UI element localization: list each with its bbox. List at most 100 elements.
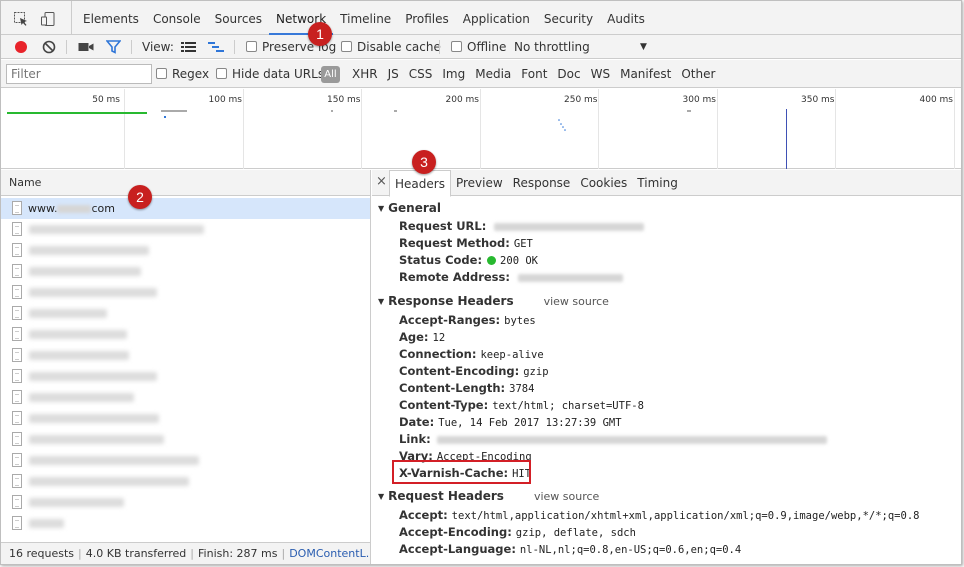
response-headers-title: Response Headers	[388, 294, 514, 308]
overview-gridline	[479, 89, 481, 169]
document-icon	[12, 432, 22, 446]
request-method-value: GET	[513, 238, 533, 250]
table-row[interactable]	[1, 513, 370, 534]
filter-type-xhr[interactable]: XHR	[347, 60, 383, 88]
filter-type-doc[interactable]: Doc	[552, 60, 585, 88]
document-icon	[12, 285, 22, 299]
tab-sources[interactable]: Sources	[208, 1, 269, 35]
disable-cache-checkbox[interactable]: Disable cache	[341, 35, 441, 59]
request-name: www. com	[28, 198, 115, 219]
regex-checkbox[interactable]: Regex	[156, 62, 209, 86]
filter-type-font[interactable]: Font	[516, 60, 552, 88]
table-row[interactable]	[1, 282, 370, 303]
details-tabs: Headers Preview Response Cookies Timing	[389, 170, 683, 197]
offline-checkbox[interactable]: Offline	[451, 35, 506, 59]
overview-gridline	[598, 89, 599, 169]
filter-icon[interactable]	[105, 40, 122, 57]
filter-type-img[interactable]: Img	[437, 60, 470, 88]
header-key: Date:	[399, 415, 435, 429]
tab-console[interactable]: Console	[146, 1, 208, 35]
tab-profiles[interactable]: Profiles	[398, 1, 456, 35]
details-tab-response[interactable]: Response	[508, 170, 576, 196]
request-view-source-link[interactable]: view source	[534, 490, 599, 503]
close-icon[interactable]: ×	[376, 174, 387, 189]
filter-input[interactable]	[6, 64, 152, 84]
filter-all-button[interactable]: All	[321, 66, 340, 83]
hide-data-urls-checkbox[interactable]: Hide data URLs	[216, 62, 324, 86]
requests-count: 16 requests	[9, 547, 75, 560]
header-value: Tue, 14 Feb 2017 13:27:39 GMT	[438, 417, 622, 429]
document-icon	[12, 453, 22, 467]
table-row[interactable]	[1, 366, 370, 387]
header-line: Content-Encoding: gzip	[399, 363, 549, 381]
header-line: Connection: keep-alive	[399, 346, 544, 364]
table-row[interactable]	[1, 429, 370, 450]
device-toolbar-icon[interactable]	[40, 11, 56, 27]
request-method-line: Request Method: GET	[399, 235, 533, 253]
table-row[interactable]	[1, 471, 370, 492]
header-line: Content-Type: text/html; charset=UTF-8	[399, 397, 644, 415]
name-column-header[interactable]: Name	[1, 170, 370, 196]
details-tab-cookies[interactable]: Cookies	[575, 170, 632, 196]
document-icon	[12, 327, 22, 341]
tab-application[interactable]: Application	[456, 1, 537, 35]
header-key: Age:	[399, 330, 429, 344]
header-key: Accept-Encoding:	[399, 525, 512, 539]
general-section-header[interactable]: ▼ General	[378, 201, 441, 215]
request-row-selected[interactable]: www. com	[1, 198, 370, 219]
table-row[interactable]	[1, 303, 370, 324]
throttling-select[interactable]: No throttling ▼	[514, 35, 650, 59]
large-rows-icon[interactable]	[181, 41, 196, 56]
details-tab-timing[interactable]: Timing	[632, 170, 683, 196]
table-row[interactable]	[1, 387, 370, 408]
redacted-name	[29, 372, 157, 381]
filter-type-other[interactable]: Other	[676, 60, 720, 88]
finish-time: Finish: 287 ms	[198, 547, 278, 560]
overview-waterfall-icon[interactable]	[208, 41, 224, 56]
details-tab-headers[interactable]: Headers	[389, 170, 451, 197]
filter-type-ws[interactable]: WS	[586, 60, 615, 88]
response-headers-section-header[interactable]: ▼ Response Headers view source	[378, 294, 609, 308]
filter-type-manifest[interactable]: Manifest	[615, 60, 676, 88]
table-row[interactable]	[1, 492, 370, 513]
table-row[interactable]	[1, 261, 370, 282]
filter-type-media[interactable]: Media	[470, 60, 516, 88]
triangle-down-icon: ▼	[378, 492, 385, 501]
filter-type-css[interactable]: CSS	[404, 60, 438, 88]
overview-gridline	[124, 89, 125, 169]
table-row[interactable]	[1, 408, 370, 429]
triangle-down-icon: ▼	[378, 204, 385, 213]
status-bar: 16 requests | 4.0 KB transferred | Finish: 2…	[1, 542, 370, 564]
tab-security[interactable]: Security	[537, 1, 600, 35]
tab-timeline[interactable]: Timeline	[333, 1, 398, 35]
request-headers-section-header[interactable]: ▼ Request Headers view source	[378, 489, 599, 503]
table-row[interactable]	[1, 324, 370, 345]
redacted-value	[436, 436, 827, 444]
inspect-element-icon[interactable]	[13, 11, 29, 27]
view-label: View:	[142, 40, 174, 54]
request-url-line: Request URL:	[399, 218, 645, 235]
document-icon	[12, 390, 22, 404]
table-row[interactable]	[1, 219, 370, 240]
tab-elements[interactable]: Elements	[76, 1, 146, 35]
timeline-overview[interactable]: 50 ms 100 ms 150 ms 200 ms 250 ms 300 ms 350 m…	[1, 89, 961, 169]
details-tab-preview[interactable]: Preview	[451, 170, 508, 196]
table-row[interactable]	[1, 345, 370, 366]
waterfall-dot	[164, 116, 166, 118]
filter-type-js[interactable]: JS	[383, 60, 404, 88]
overview-tick-label: 250 ms	[564, 95, 598, 105]
capture-screenshots-icon[interactable]	[78, 41, 94, 56]
tab-audits[interactable]: Audits	[600, 1, 652, 35]
header-value: text/html; charset=UTF-8	[492, 400, 644, 412]
record-button[interactable]	[14, 40, 28, 57]
offline-label: Offline	[467, 40, 507, 54]
request-list: Name www. com 16 requests | 4.0 KB transfer…	[1, 170, 371, 564]
table-row[interactable]	[1, 450, 370, 471]
clear-icon[interactable]	[42, 40, 56, 57]
request-headers-title: Request Headers	[388, 489, 504, 503]
table-row[interactable]	[1, 240, 370, 261]
redacted-name	[29, 435, 164, 444]
header-value: keep-alive	[480, 349, 544, 361]
response-view-source-link[interactable]: view source	[544, 295, 609, 308]
header-value: text/html,application/xhtml+xml,applicat…	[451, 510, 920, 522]
